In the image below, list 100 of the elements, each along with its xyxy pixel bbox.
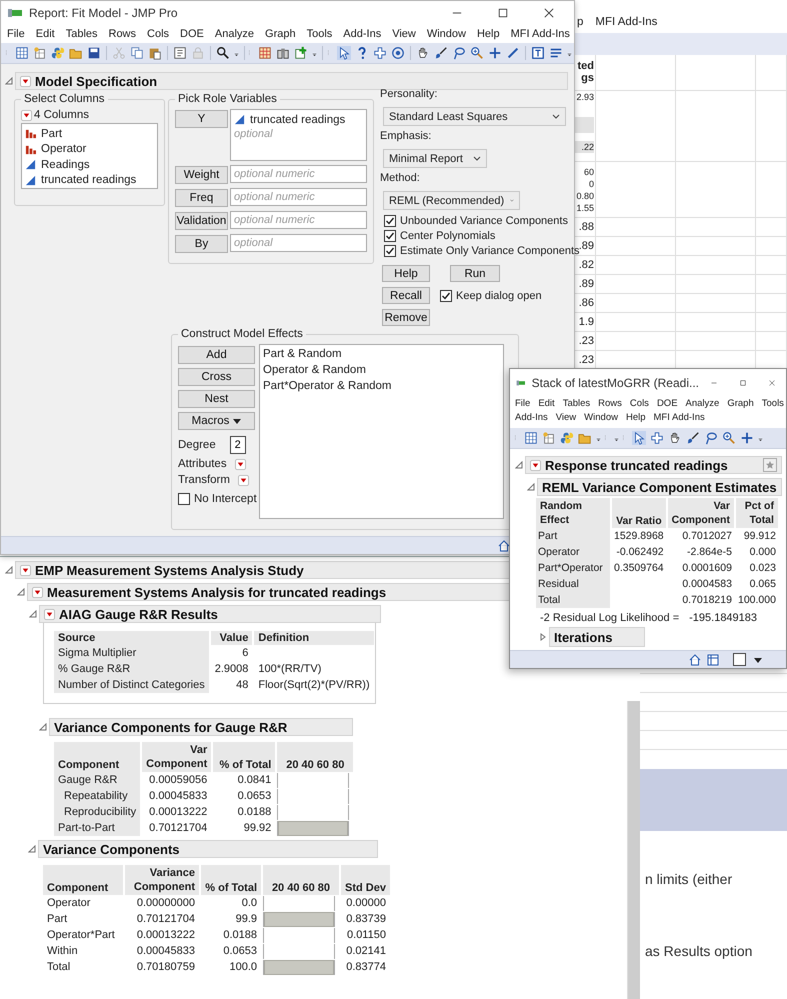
run-button[interactable]: Run [450,265,500,282]
menu-item[interactable]: Tools [762,397,784,410]
brush-icon[interactable] [686,431,700,445]
menu-item[interactable]: Analyze [686,397,720,410]
pointer-icon[interactable] [337,46,352,60]
menu-item[interactable]: p [577,16,584,33]
disclosure-icon[interactable] [29,610,37,618]
data-grid-icon[interactable] [258,46,272,60]
section-header[interactable]: Variance Components for Gauge R&R [49,718,353,736]
new-table-icon[interactable] [33,46,47,60]
dropdown-menu-icon[interactable] [32,586,43,598]
folder-icon[interactable] [578,431,592,445]
dropdown[interactable]: Minimal Report [383,149,487,168]
zoom-icon[interactable] [470,46,484,60]
hand-icon[interactable] [668,431,682,445]
menu-item[interactable]: DOE [656,397,678,410]
disclosure-icon[interactable] [5,77,13,85]
plus-icon[interactable] [488,46,502,60]
section-header[interactable]: AIAG Gauge R&R Results [39,605,381,623]
close-icon[interactable] [769,378,775,388]
new-table-icon[interactable] [542,431,556,445]
text-box-icon[interactable] [531,46,546,60]
menu-item[interactable]: Rows [108,28,136,40]
scrollbar[interactable] [627,701,640,999]
remove-button[interactable]: Remove [382,309,430,326]
disclosure-icon[interactable] [28,845,36,853]
menu-item[interactable]: View [392,28,416,40]
lasso-icon[interactable] [452,46,466,60]
role-field[interactable]: optional [230,234,367,252]
python-icon[interactable] [560,431,574,445]
section-header[interactable]: Response truncated readings [525,456,782,474]
menu-item[interactable]: MFI Add-Ins [654,411,705,424]
menu-item[interactable]: DOE [180,28,204,40]
disclosure-icon[interactable] [515,461,523,469]
recall-button[interactable]: Recall [382,287,430,304]
menu-item[interactable]: Cols [630,397,649,410]
dropdown-menu-icon[interactable] [238,474,249,486]
menu-item[interactable]: Tables [66,28,98,40]
degree-field[interactable]: 2 [230,436,246,454]
disclosure-icon[interactable] [539,633,547,641]
checkbox[interactable] [384,230,396,242]
checkbox[interactable] [384,245,396,257]
menu-item[interactable]: View [556,411,576,424]
menu-item[interactable]: Add-Ins [343,28,382,40]
role-button[interactable]: Weight [175,166,228,184]
section-header[interactable]: REML Variance Component Estimates [537,478,782,496]
menu-item[interactable]: Window [426,28,466,40]
role-button[interactable]: By [175,235,228,253]
menu-item[interactable]: Edit [538,397,555,410]
menu-item[interactable]: Analyze [214,28,254,40]
home-icon[interactable] [689,654,701,666]
star-icon[interactable] [763,458,777,472]
checkbox[interactable] [178,493,190,505]
column-item[interactable]: Operator [25,142,154,157]
effect-item[interactable]: Operator & Random [263,364,500,380]
section-header[interactable]: Model Specification [15,72,568,90]
home-icon[interactable] [498,540,510,552]
dropdown[interactable]: Standard Least Squares [383,107,566,126]
effect-item[interactable]: Part*Operator & Random [263,380,500,396]
zoom-icon[interactable] [722,431,736,445]
dropdown[interactable]: REML (Recommended) [383,191,520,210]
crosshair-icon[interactable] [650,431,664,445]
add-table-icon[interactable] [294,46,308,60]
script-icon[interactable] [172,46,187,60]
section-header[interactable]: Iterations [549,627,645,647]
help-button[interactable]: Help [382,265,430,282]
lasso-icon[interactable] [704,431,718,445]
menu-item[interactable]: Graph [727,397,754,410]
menu-item[interactable]: Help [626,411,646,424]
role-button[interactable]: Validation [175,212,228,230]
role-field[interactable]: optional numeric [230,165,367,183]
dropdown-menu-icon[interactable] [21,110,32,120]
binoculars-icon[interactable] [276,46,290,60]
section-header[interactable]: Variance Components [38,840,378,858]
macros-button[interactable]: Macros [178,412,255,430]
copy-icon[interactable] [130,46,144,60]
dropdown-menu-icon[interactable] [20,76,31,86]
table-icon[interactable] [15,46,29,60]
menu-item[interactable]: Window [584,411,618,424]
menu-item[interactable]: Edit [36,28,55,40]
role-button[interactable]: Y [175,110,228,128]
maximize-icon[interactable] [498,8,508,18]
menu-item[interactable]: Tools [306,28,332,40]
plus-icon[interactable] [740,431,754,445]
dropdown-menu-icon[interactable] [44,608,55,620]
menu-item[interactable]: Cols [147,28,170,40]
table-icon[interactable] [707,654,719,666]
search-icon[interactable] [216,46,230,60]
target-icon[interactable] [391,46,406,60]
checkbox[interactable] [440,290,452,302]
disclosure-icon[interactable] [527,483,535,491]
menu-item[interactable]: File [7,28,25,40]
menu-item[interactable]: Tables [562,397,590,410]
menu-item[interactable]: File [515,397,530,410]
dropdown-menu-icon[interactable] [234,458,246,470]
menu-item[interactable]: Help [476,28,500,40]
menu-item[interactable]: Graph [265,28,296,40]
role-field[interactable]: optional numeric [230,188,367,206]
effect-button[interactable]: Nest [178,390,255,408]
dropdown-menu-icon[interactable] [20,564,31,576]
